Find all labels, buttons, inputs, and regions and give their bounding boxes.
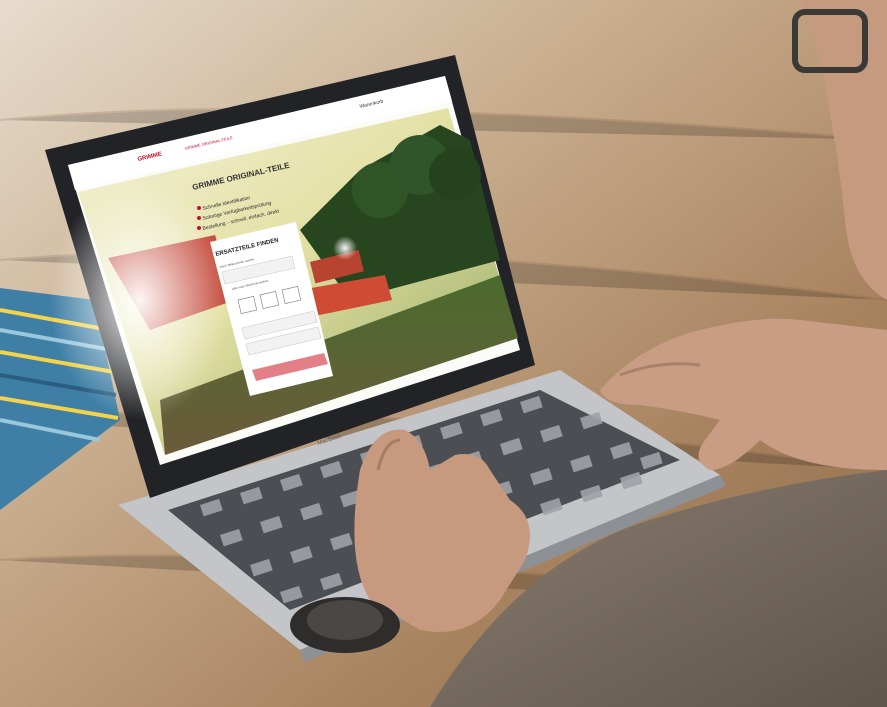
wristwatch — [290, 597, 400, 653]
photo-scene: GRIMME GRIMME ORIGINAL-TEILE Warenkorb G… — [0, 0, 887, 707]
laptop-photo: GRIMME GRIMME ORIGINAL-TEILE Warenkorb G… — [0, 0, 887, 707]
